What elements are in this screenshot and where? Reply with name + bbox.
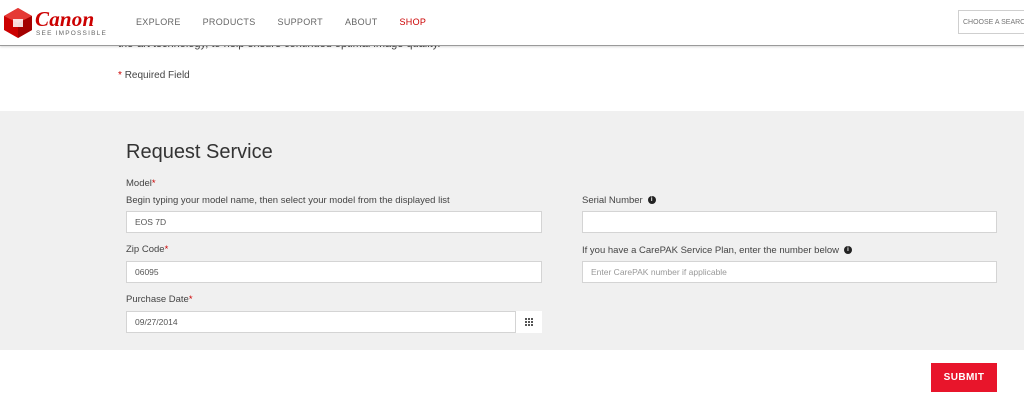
required-field-note: * Required Field <box>118 70 190 81</box>
site-header: Canon SEE IMPOSSIBLE EXPLORE PRODUCTS SU… <box>0 0 1024 46</box>
canon-logo[interactable]: Canon SEE IMPOSSIBLE <box>4 6 114 40</box>
purchase-date-input[interactable] <box>126 311 542 333</box>
required-star: * <box>151 178 156 189</box>
calendar-icon <box>525 318 533 326</box>
main-nav: EXPLORE PRODUCTS SUPPORT ABOUT SHOP <box>136 17 448 27</box>
zip-label-text: Zip Code <box>126 244 165 255</box>
canon-logo-icon <box>4 8 32 38</box>
nav-about[interactable]: ABOUT <box>345 17 378 27</box>
form-title: Request Service <box>126 141 273 163</box>
nav-products[interactable]: PRODUCTS <box>203 17 256 27</box>
info-icon[interactable]: i <box>647 196 656 205</box>
nav-explore[interactable]: EXPLORE <box>136 17 181 27</box>
zip-input[interactable] <box>126 261 542 283</box>
required-star: * <box>164 244 169 255</box>
serial-number-input[interactable] <box>582 211 997 233</box>
search-input[interactable] <box>958 10 1024 34</box>
model-label-text: Model <box>126 178 152 189</box>
purchase-date-label-text: Purchase Date <box>126 294 189 305</box>
serial-number-label: Serial Number i <box>582 195 656 206</box>
carepak-label-text: If you have a CarePAK Service Plan, ente… <box>582 245 839 256</box>
submit-button[interactable]: SUBMIT <box>931 363 997 392</box>
brand-tagline: SEE IMPOSSIBLE <box>36 30 107 37</box>
required-note-text: Required Field <box>124 70 190 81</box>
carepak-input[interactable] <box>582 261 997 283</box>
purchase-date-label: Purchase Date* <box>126 294 193 305</box>
required-star: * <box>188 294 193 305</box>
info-icon[interactable]: i <box>844 246 852 255</box>
model-input[interactable] <box>126 211 542 233</box>
carepak-label: If you have a CarePAK Service Plan, ente… <box>582 245 852 256</box>
brand-name: Canon <box>35 7 95 31</box>
zip-label: Zip Code* <box>126 244 168 255</box>
model-label: Model* <box>126 178 156 189</box>
required-star: * <box>118 70 122 81</box>
calendar-button[interactable] <box>515 311 542 333</box>
nav-shop[interactable]: SHOP <box>400 17 427 27</box>
serial-number-label-text: Serial Number <box>582 195 643 206</box>
model-hint: Begin typing your model name, then selec… <box>126 195 450 206</box>
nav-support[interactable]: SUPPORT <box>278 17 323 27</box>
